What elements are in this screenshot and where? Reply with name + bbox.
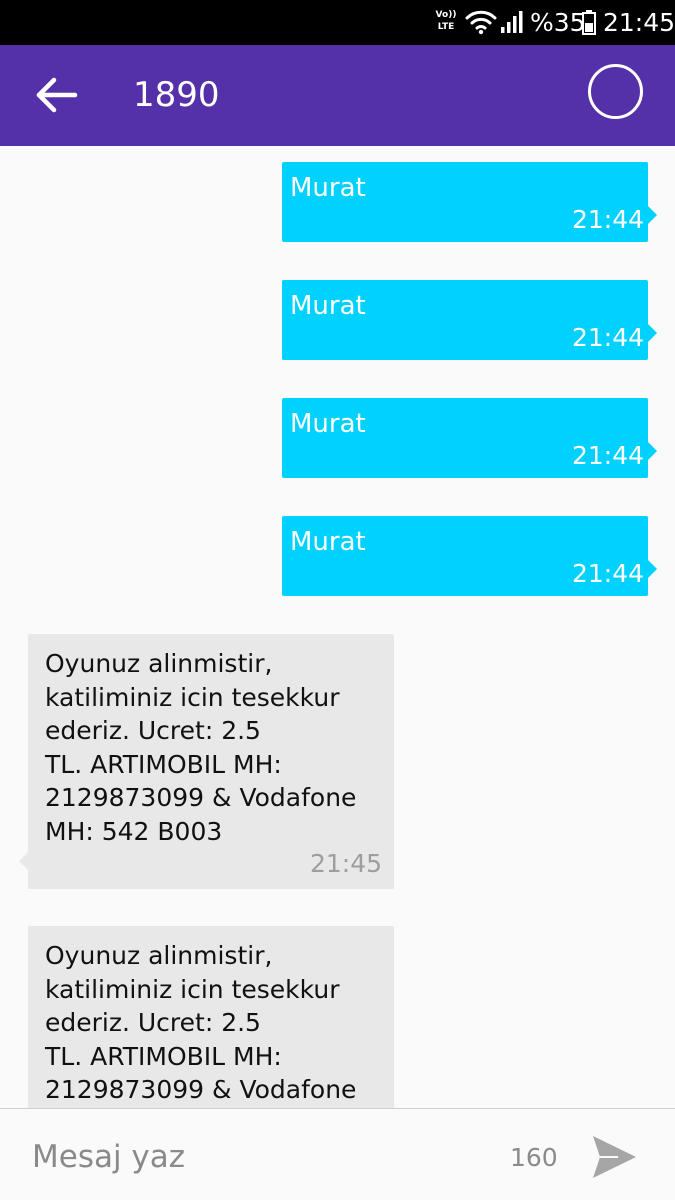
- battery-icon: [582, 10, 596, 35]
- message-time: 21:44: [571, 205, 644, 234]
- message-time: 21:44: [571, 559, 644, 588]
- volte-bottom-label: LTE: [437, 22, 455, 32]
- message-text: Murat: [290, 173, 366, 203]
- app-bar: 1890: [0, 45, 675, 146]
- outgoing-message[interactable]: Murat 21:44: [282, 162, 657, 242]
- arrow-left-icon[interactable]: [30, 72, 80, 118]
- outgoing-message[interactable]: Murat 21:44: [282, 398, 657, 478]
- message-composer: 160: [0, 1108, 675, 1200]
- message-text: Murat: [290, 527, 366, 557]
- incoming-message[interactable]: Oyunuz alinmistir, katiliminiz icin tese…: [19, 634, 394, 889]
- message-time: 21:45: [309, 849, 382, 878]
- message-text: Murat: [290, 291, 366, 321]
- outgoing-message[interactable]: Murat 21:44: [282, 516, 657, 596]
- battery-percent: %35: [530, 8, 586, 37]
- send-icon[interactable]: [588, 1131, 640, 1183]
- conversation-list[interactable]: Murat 21:44 Murat 21:44 Murat 21:44 Mura…: [0, 146, 675, 1108]
- incoming-message[interactable]: Oyunuz alinmistir, katiliminiz icin tese…: [28, 926, 394, 1108]
- message-time: 21:44: [571, 441, 644, 470]
- signal-icon: [501, 11, 523, 33]
- thread-title: 1890: [133, 75, 220, 115]
- message-text: Murat: [290, 409, 366, 439]
- message-text: Oyunuz alinmistir, katiliminiz icin tese…: [45, 941, 357, 1104]
- circle-icon[interactable]: [588, 64, 643, 119]
- wifi-icon: [465, 10, 497, 35]
- outgoing-message[interactable]: Murat 21:44: [282, 280, 657, 360]
- char-counter: 160: [510, 1143, 558, 1172]
- volte-icon: Vo)) LTE: [433, 9, 459, 37]
- volte-top-label: Vo)): [435, 10, 457, 20]
- message-input[interactable]: [32, 1135, 472, 1179]
- status-clock: 21:45: [603, 8, 675, 37]
- message-text: Oyunuz alinmistir, katiliminiz icin tese…: [45, 649, 357, 846]
- status-bar: Vo)) LTE %35 21:45: [0, 0, 675, 45]
- message-time: 21:44: [571, 323, 644, 352]
